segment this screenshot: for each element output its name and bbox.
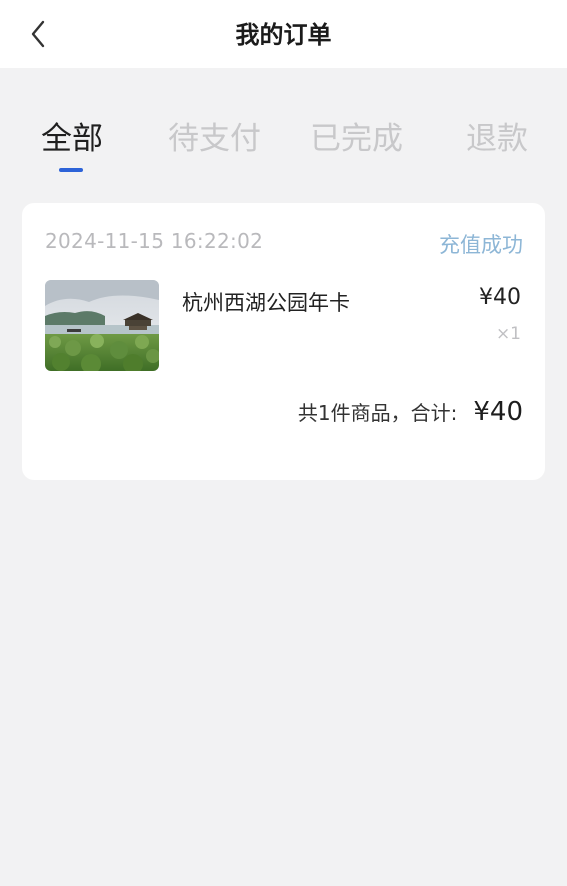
active-tab-indicator — [59, 168, 83, 172]
order-summary-label: 共1件商品，合计: — [297, 401, 458, 425]
order-status: 充值成功 — [439, 233, 523, 257]
unit-price: ¥40 — [479, 285, 521, 310]
top-nav-bar: 我的订单 — [0, 0, 567, 68]
tab-all[interactable]: 全部 — [41, 110, 103, 168]
product-name[interactable]: 杭州西湖公园年卡 — [182, 287, 350, 317]
page-title: 我的订单 — [235, 21, 332, 49]
order-time: 2024-11-15 16:22:02 — [45, 229, 264, 253]
product-quantity: ×1 — [495, 324, 521, 344]
order-total-amount: ¥40 — [473, 397, 523, 427]
product-thumbnail[interactable] — [45, 280, 159, 371]
west-lake-lotus-image — [45, 280, 159, 371]
order-tabs: 全部 待支付 已完成 退款 — [0, 110, 567, 180]
tab-completed[interactable]: 已完成 — [310, 110, 403, 168]
order-card[interactable]: 2024-11-15 16:22:02 充值成功 杭州西湖公园年卡 ¥40 ×1… — [22, 203, 545, 480]
tab-pending-payment[interactable]: 待支付 — [168, 110, 261, 168]
tab-refund[interactable]: 退款 — [466, 110, 528, 168]
order-total-row: 共1件商品，合计: ¥40 — [298, 397, 523, 427]
